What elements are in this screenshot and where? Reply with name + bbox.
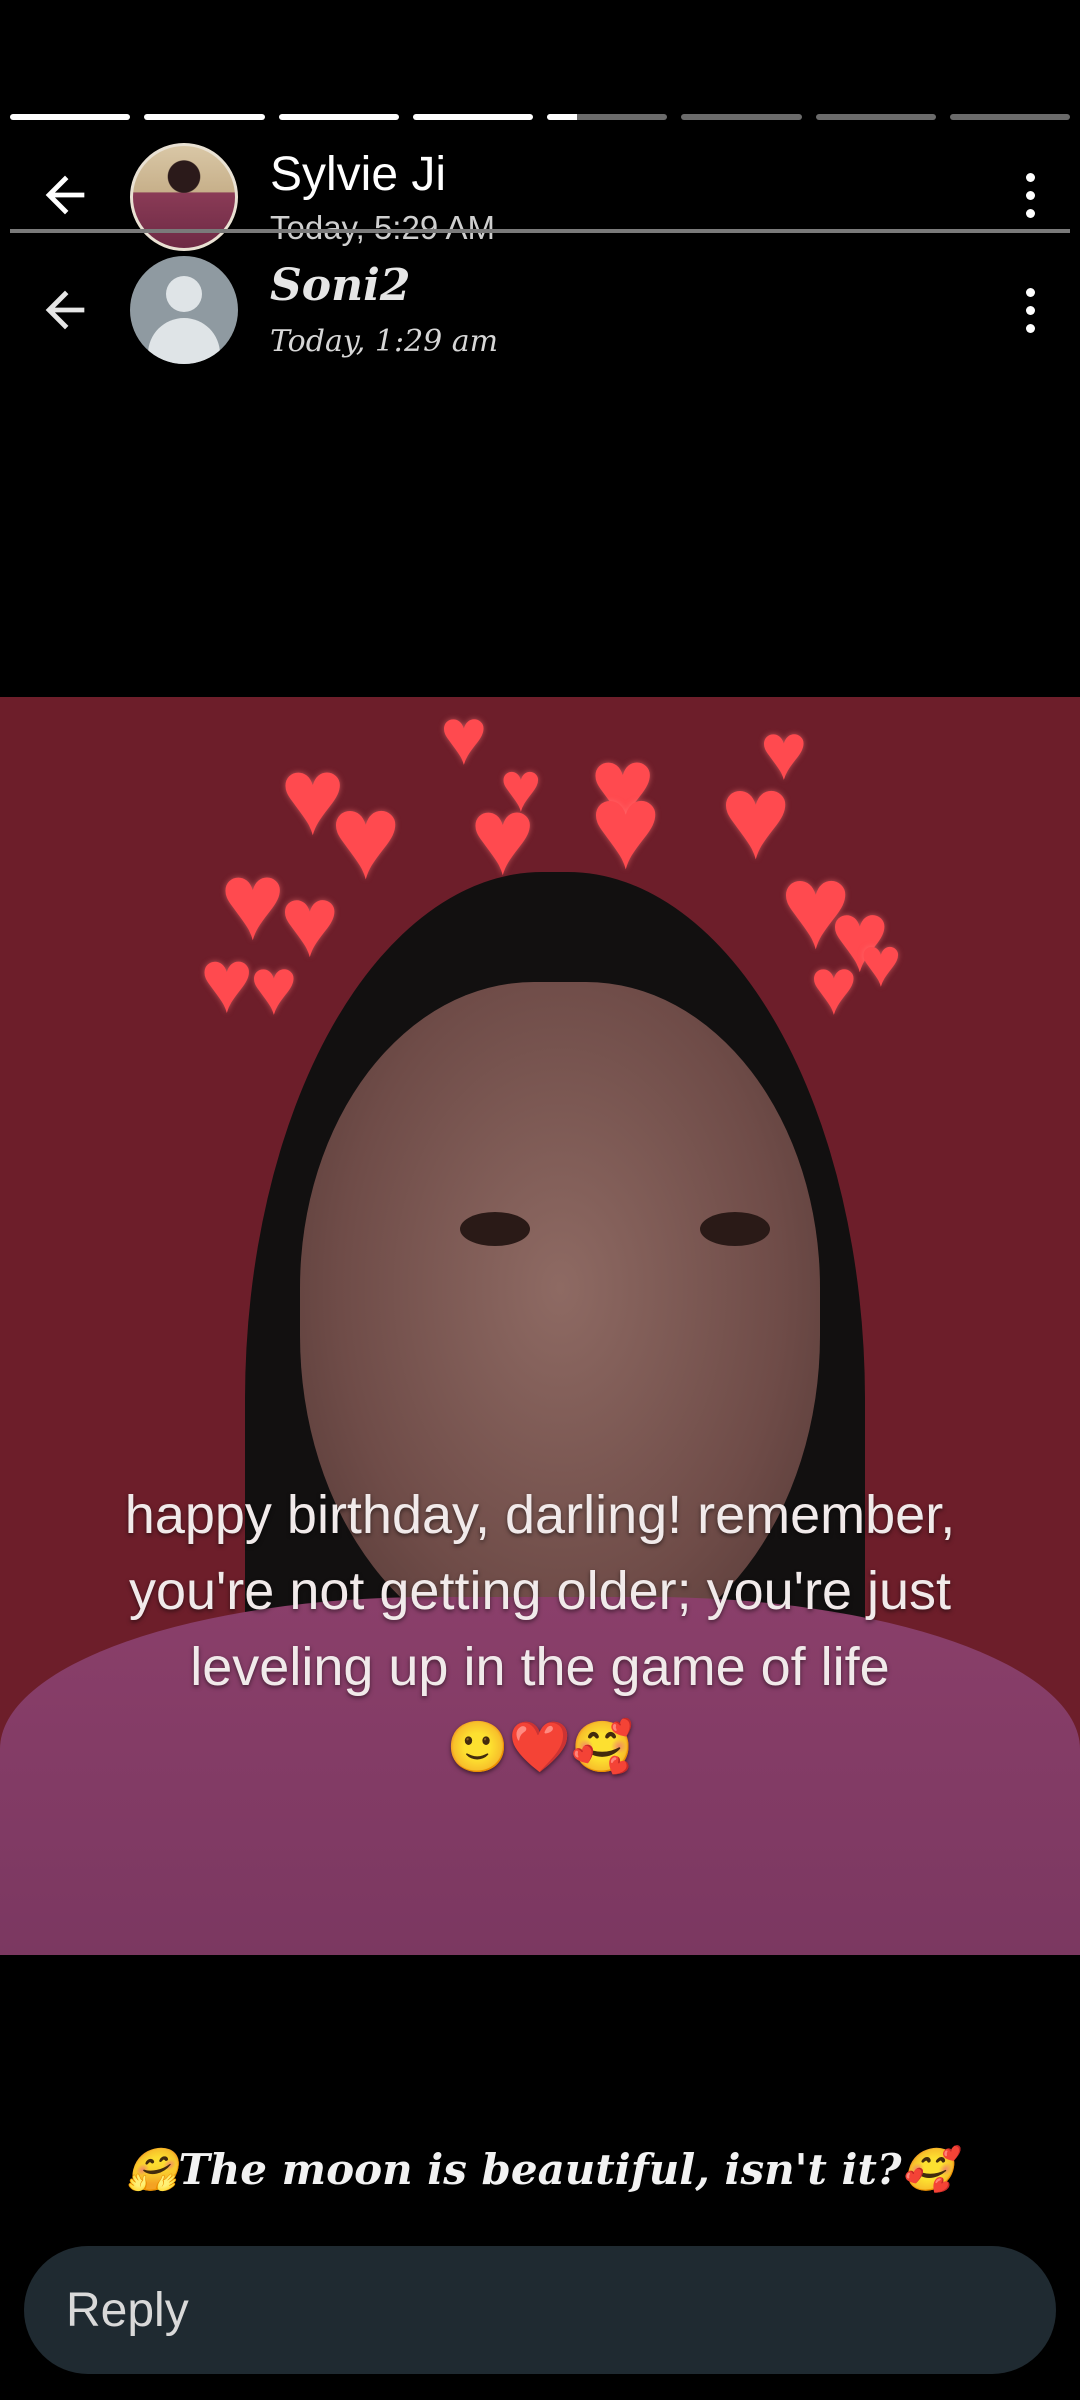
progress-segment [547,114,668,120]
status-progress-bar [10,114,1070,120]
back-arrow-icon[interactable] [30,160,100,230]
progress-segment [949,114,1070,120]
heart-icon: ♥ [330,770,402,904]
status-viewer: Sylvie Ji Today, 5:29 AM Soni2 Today, 1:… [0,0,1080,2400]
photo-overlay-text: happy birthday, darling! remember, you'r… [60,1477,1020,1785]
more-vertical-icon[interactable] [1010,160,1050,230]
progress-segment [815,114,936,120]
back-arrow-icon [30,275,100,345]
more-vertical-icon [1010,275,1050,345]
heart-icon: ♥ [250,942,298,1031]
person-placeholder-icon [130,256,238,364]
heart-icon: ♥ [440,697,488,781]
heart-crown: ♥ ♥ ♥ ♥ ♥ ♥ ♥ ♥ ♥ ♥ ♥ ♥ ♥ ♥ ♥ ♥ ♥ [0,697,1080,1297]
reply-bar[interactable] [24,2246,1056,2374]
status-photo: ♥ ♥ ♥ ♥ ♥ ♥ ♥ ♥ ♥ ♥ ♥ ♥ ♥ ♥ ♥ ♥ ♥ happy birthday, darlin… [0,697,1080,1955]
heart-icon: ♥ [590,760,662,894]
heart-icon: ♥ [470,775,536,898]
progress-segment [412,114,533,120]
embedded-status-time: Today, 1:29 am [270,324,499,359]
embedded-contact-name: Soni2 [270,260,411,311]
photo-overlay-message: happy birthday, darling! remember, you'r… [124,1485,956,1697]
heart-icon: ♥ [810,942,858,1031]
photo-overlay-emojis: 🙂❤️🥰 [446,1719,634,1775]
status-time: Today, 5:29 AM [270,209,496,246]
progress-segment [278,114,399,120]
progress-segment [144,114,265,120]
progress-segment [10,114,131,120]
header-divider [10,229,1070,233]
contact-name[interactable]: Sylvie Ji [270,147,446,202]
status-caption: 🤗The moon is beautiful, isn't it?🥰 [126,2145,954,2194]
reply-input[interactable] [64,2281,968,2339]
status-header: Sylvie Ji Today, 5:29 AM [0,135,1080,255]
heart-icon: ♥ [200,932,254,1032]
embedded-screenshot-header: Soni2 Today, 1:29 am [0,250,1080,370]
avatar[interactable] [130,143,238,251]
progress-segment [681,114,802,120]
heart-icon: ♥ [860,923,902,1001]
